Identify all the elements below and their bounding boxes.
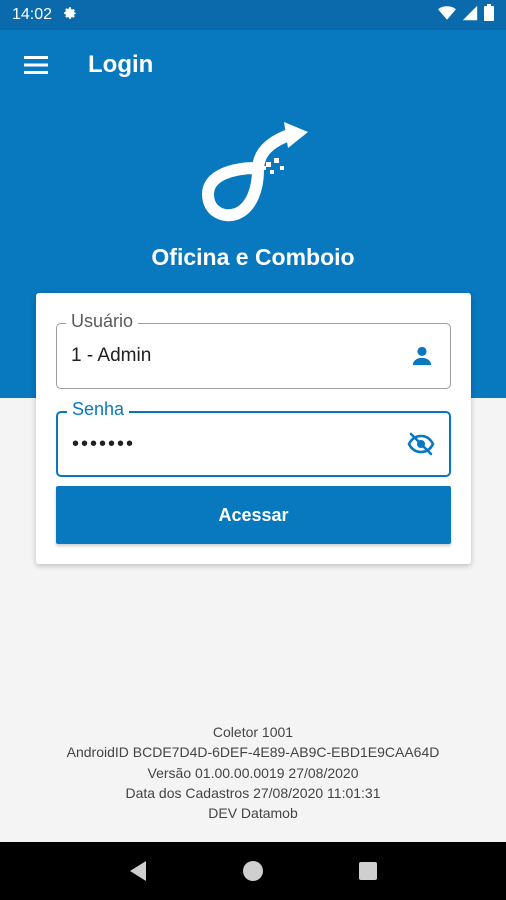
- page-title: Login: [88, 51, 154, 78]
- status-bar: 14:02: [0, 0, 506, 30]
- app-bar: Login: [0, 30, 506, 100]
- battery-icon: [484, 4, 494, 26]
- oficina-comboio-logo: [196, 112, 312, 228]
- username-value[interactable]: 1 - Admin: [71, 345, 408, 367]
- navigation-bar: [0, 842, 506, 900]
- wifi-icon: [438, 5, 456, 26]
- device-info: Coletor 1001 AndroidID BCDE7D4D-6DEF-4E8…: [0, 722, 506, 823]
- eye-off-icon[interactable]: [407, 430, 435, 458]
- submit-button[interactable]: Acessar: [56, 486, 451, 544]
- home-icon[interactable]: [233, 851, 273, 891]
- username-label: Usuário: [66, 311, 139, 332]
- recents-icon[interactable]: [348, 851, 388, 891]
- back-icon[interactable]: [118, 851, 158, 891]
- hamburger-menu-icon[interactable]: [18, 47, 54, 83]
- password-label: Senha: [67, 399, 130, 420]
- password-field[interactable]: Senha •••••••: [56, 399, 451, 477]
- info-line: Data dos Cadastros 27/08/2020 11:01:31: [125, 784, 381, 801]
- info-line: DEV Datamob: [208, 805, 298, 822]
- settings-gear-icon: [62, 5, 78, 26]
- login-card: Usuário 1 - Admin Senha ••••••• Acessar: [36, 293, 471, 564]
- username-field[interactable]: Usuário 1 - Admin: [56, 311, 451, 389]
- info-line: AndroidID BCDE7D4D-6DEF-4E89-AB9C-EBD1E9…: [66, 744, 440, 761]
- info-line: Versão 01.00.00.0019 27/08/2020: [147, 764, 359, 781]
- status-time: 14:02: [12, 6, 53, 23]
- signal-icon: [462, 5, 478, 26]
- app-name: Oficina e Comboio: [151, 244, 355, 270]
- person-icon: [408, 342, 436, 370]
- password-value[interactable]: •••••••: [72, 433, 407, 456]
- info-line: Coletor 1001: [212, 724, 294, 740]
